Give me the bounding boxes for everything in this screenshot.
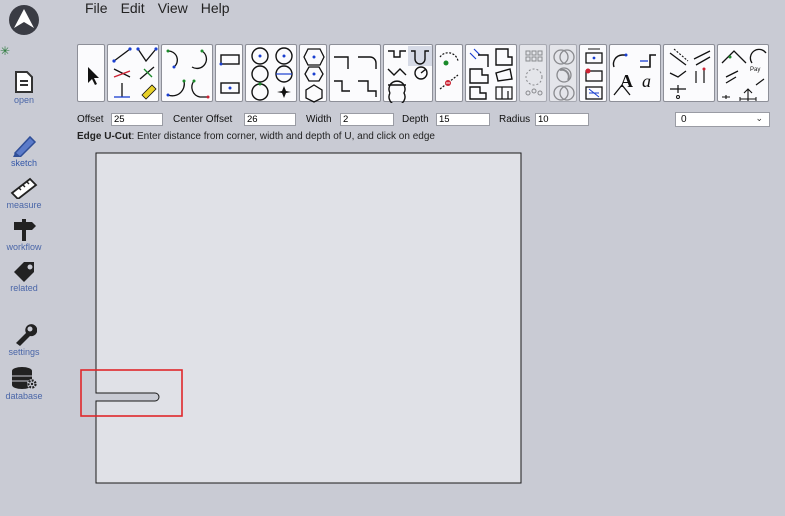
sketch-panel-outline — [95, 152, 522, 484]
drawing-canvas[interactable] — [0, 0, 785, 516]
